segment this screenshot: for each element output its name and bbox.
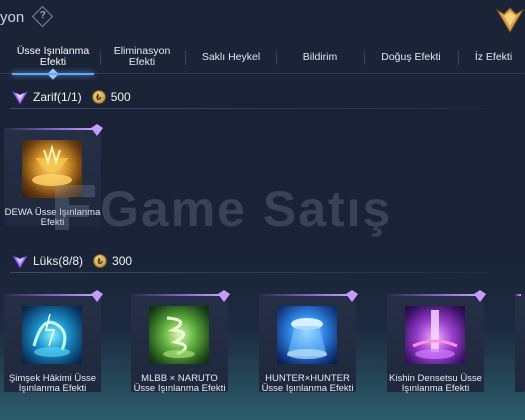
rarity-gem-icon bbox=[12, 91, 28, 105]
help-symbol: ? bbox=[39, 10, 46, 22]
tab-label: Doğuş Efekti bbox=[381, 50, 441, 63]
rarity-corner-icon bbox=[91, 290, 103, 302]
section-header-zarif: Zarif(1/1) ₺ 500 bbox=[0, 86, 525, 108]
watermark-text: Game Satış bbox=[100, 181, 393, 237]
tab-sakli-heykel[interactable]: Saklı Heykel bbox=[190, 42, 272, 72]
purple-pillar-effect-art bbox=[405, 306, 465, 364]
tab-label: İz Efekti bbox=[474, 50, 513, 63]
rarity-ribbon bbox=[515, 294, 521, 296]
rarity-corner-icon bbox=[346, 290, 358, 302]
section-price: 500 bbox=[110, 90, 131, 104]
section-name: Lüks(8/8) bbox=[33, 254, 84, 268]
effect-card-simsek-hakimi[interactable]: Şimşek Hâkimi Üsse Işınlanma Efekti bbox=[4, 290, 103, 394]
section-header-luks: Lüks(8/8) ₺ 300 bbox=[0, 250, 525, 272]
effect-card-partial[interactable] bbox=[515, 294, 525, 392]
lightning-dragon-effect-art bbox=[22, 306, 82, 364]
rarity-ribbon bbox=[387, 294, 480, 296]
tab-separator bbox=[100, 51, 101, 65]
coin-icon: ₺ bbox=[91, 90, 106, 104]
rank-emblem-icon[interactable] bbox=[495, 4, 525, 36]
tab-separator bbox=[185, 51, 186, 65]
tab-dogus-efekti[interactable]: Doğuş Efekti bbox=[368, 42, 454, 72]
rarity-ribbon bbox=[259, 294, 352, 296]
effect-name: HUNTER×HUNTER Üsse Işınlanma Efekti bbox=[261, 373, 354, 394]
effect-card-mlbb-naruto[interactable]: MLBB × NARUTO Üsse Işınlanma Efekti bbox=[131, 290, 230, 394]
blue-ufo-beam-effect-art bbox=[277, 306, 337, 364]
rarity-corner-icon bbox=[218, 290, 230, 302]
effect-card-kishin-densetsu[interactable]: Kishin Densetsu Üsse Işınlanma Efekti bbox=[387, 290, 486, 394]
tab-label: Saklı Heykel bbox=[201, 50, 261, 63]
watermark-logo-icon bbox=[55, 185, 95, 230]
rarity-corner-icon bbox=[91, 124, 103, 136]
coin-icon: ₺ bbox=[93, 254, 108, 268]
effect-card-hunter-hunter[interactable]: HUNTER×HUNTER Üsse Işınlanma Efekti bbox=[259, 290, 358, 394]
tab-separator bbox=[276, 51, 277, 65]
tab-separator bbox=[458, 51, 459, 65]
tab-label: Eliminasyon Efekti bbox=[113, 45, 171, 68]
section-divider bbox=[10, 108, 515, 109]
category-tabs: Üsse Işınlanma Efekti Eliminasyon Efekti… bbox=[0, 42, 525, 80]
top-bar: yon ? bbox=[0, 0, 525, 38]
help-icon[interactable]: ? bbox=[31, 5, 54, 28]
rarity-gem-icon bbox=[12, 255, 28, 269]
section-name: Zarif(1/1) bbox=[33, 90, 82, 104]
section-price: 300 bbox=[112, 254, 133, 268]
tab-label: Bildirim bbox=[302, 50, 338, 63]
effect-name: Şimşek Hâkimi Üsse Işınlanma Efekti bbox=[8, 373, 97, 394]
rarity-ribbon bbox=[131, 294, 224, 296]
active-tab-caret-icon bbox=[47, 68, 59, 80]
tab-bildirim[interactable]: Bildirim bbox=[280, 42, 360, 72]
effect-name: MLBB × NARUTO Üsse Işınlanma Efekti bbox=[133, 373, 226, 394]
tab-iz-efekti[interactable]: İz Efekti bbox=[462, 42, 525, 72]
rarity-corner-icon bbox=[474, 290, 486, 302]
page-title: yon bbox=[0, 9, 25, 26]
green-whirlwind-effect-art bbox=[149, 306, 209, 364]
section-divider bbox=[10, 272, 515, 273]
tab-eliminasyon[interactable]: Eliminasyon Efekti bbox=[104, 42, 180, 72]
tab-label: Üsse Işınlanma Efekti bbox=[16, 45, 90, 68]
rarity-ribbon bbox=[4, 128, 97, 130]
rarity-ribbon bbox=[4, 294, 97, 296]
effect-name: Kishin Densetsu Üsse Işınlanma Efekti bbox=[389, 373, 482, 394]
tab-usse-isinlanma[interactable]: Üsse Işınlanma Efekti bbox=[8, 42, 98, 80]
tab-separator bbox=[364, 51, 365, 65]
